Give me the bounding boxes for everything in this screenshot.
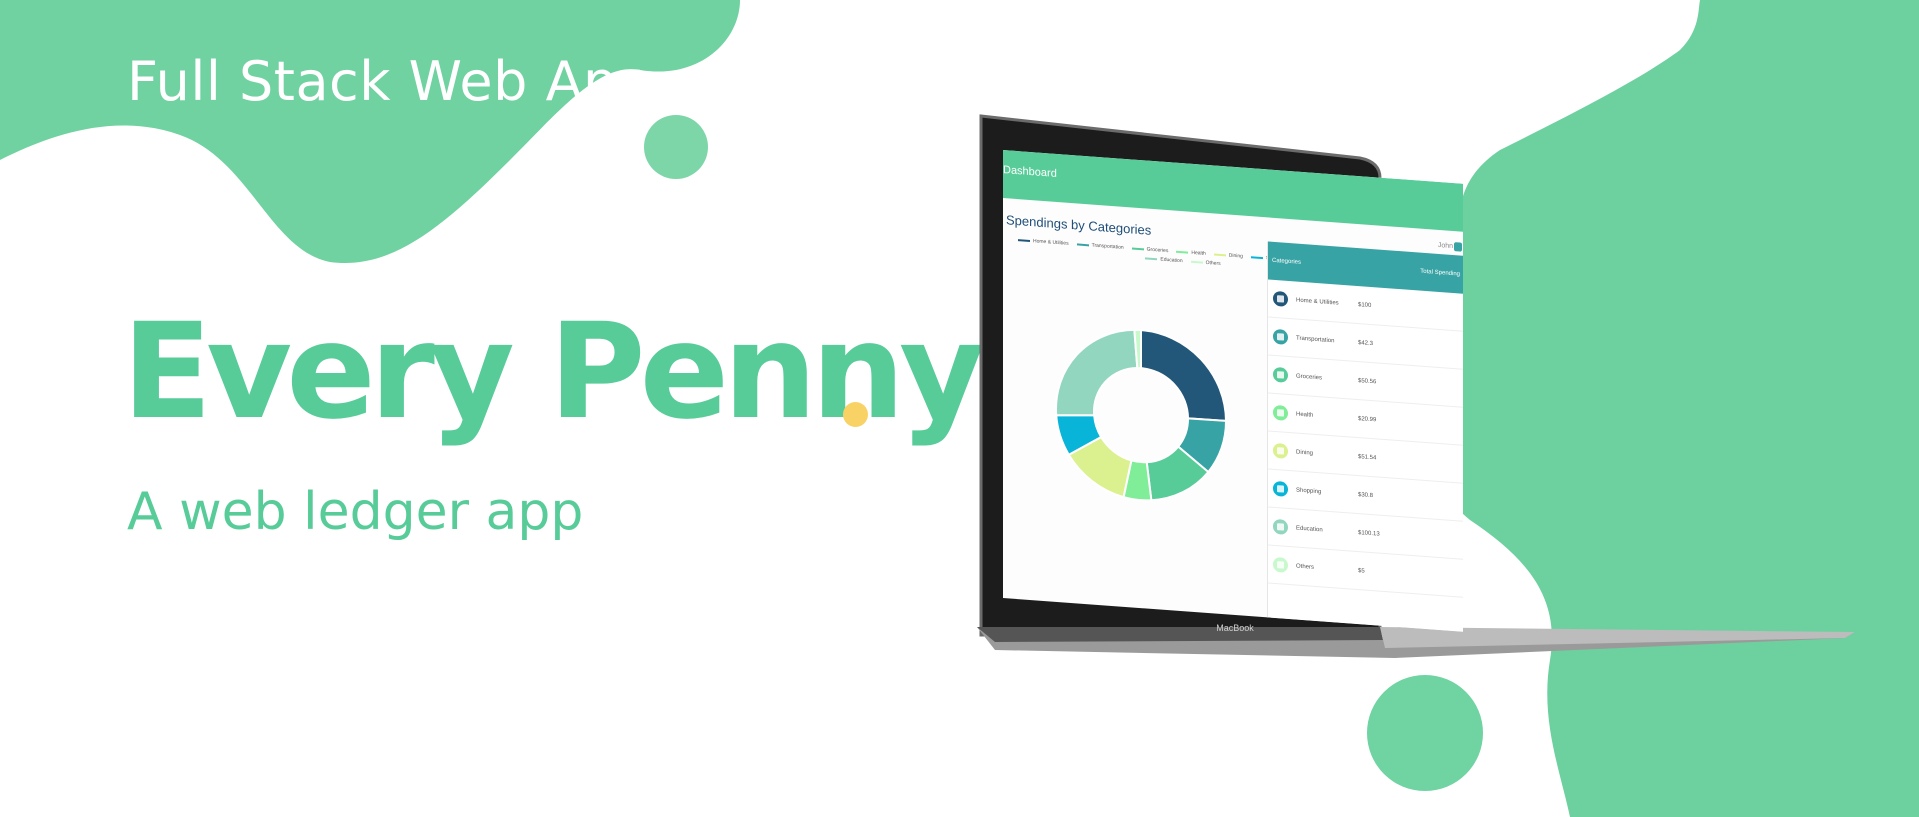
legend-swatch xyxy=(1131,247,1144,251)
app-bar-title[interactable]: Dashboard xyxy=(1003,164,1057,180)
subtitle: A web ledger app xyxy=(127,482,584,542)
legend-item[interactable]: Health xyxy=(1176,249,1206,257)
legend-swatch xyxy=(1145,257,1158,261)
chart-legend: Home & Utilities Transportation Groceries H… xyxy=(1018,237,1287,273)
row-amount: $30.8 xyxy=(1358,491,1374,499)
row-category: Transportation xyxy=(1296,335,1335,344)
legend-label: Health xyxy=(1191,249,1206,257)
legend-item[interactable]: Home & Utilities xyxy=(1018,237,1069,247)
header-categories: Categories xyxy=(1272,257,1302,266)
legend-item[interactable]: Dining xyxy=(1213,251,1243,260)
health-icon xyxy=(1273,404,1288,421)
home-icon xyxy=(1273,290,1288,307)
row-category: Shopping xyxy=(1296,487,1322,495)
laptop-label: MacBook xyxy=(1216,623,1254,633)
tagline: Full Stack Web App xyxy=(127,50,653,113)
legend-swatch xyxy=(1076,243,1089,247)
row-category: Health xyxy=(1296,411,1314,419)
legend-swatch xyxy=(1190,260,1203,264)
legend-swatch xyxy=(1176,250,1189,254)
legend-swatch xyxy=(1213,253,1226,257)
row-category: Groceries xyxy=(1296,373,1323,381)
row-amount: $50.56 xyxy=(1358,377,1377,385)
bus-icon xyxy=(1273,328,1288,345)
education-icon xyxy=(1273,518,1288,535)
row-amount: $5 xyxy=(1358,567,1365,575)
legend-item[interactable]: Others xyxy=(1190,259,1221,267)
cart-icon xyxy=(1273,366,1288,383)
donut-slice-home-utilities[interactable] xyxy=(1140,329,1228,423)
row-amount: $100.13 xyxy=(1358,529,1380,538)
legend-label: Groceries xyxy=(1146,246,1169,255)
chart-title: Spendings by Categories xyxy=(1006,212,1152,238)
legend-swatch xyxy=(1018,239,1030,242)
user-name[interactable]: John xyxy=(1438,242,1453,250)
legend-label: Education xyxy=(1160,256,1183,265)
row-category: Others xyxy=(1296,563,1315,571)
brand-dot xyxy=(843,402,868,427)
legend-item[interactable]: Education xyxy=(1145,255,1183,265)
donut-slice-education[interactable] xyxy=(1055,324,1139,421)
small-circle-top xyxy=(644,115,708,179)
row-amount: $42.3 xyxy=(1358,339,1374,347)
row-category: Dining xyxy=(1296,449,1314,457)
user-icon[interactable] xyxy=(1454,242,1462,252)
small-circle-bottom xyxy=(1367,675,1483,791)
row-amount: $20.99 xyxy=(1358,415,1377,423)
donut-chart xyxy=(1055,324,1228,502)
legend-item[interactable]: Groceries xyxy=(1131,245,1169,255)
legend-label: Dining xyxy=(1228,252,1243,260)
others-icon xyxy=(1273,556,1288,573)
row-category: Home & Utilities xyxy=(1296,297,1339,307)
row-category: Education xyxy=(1296,525,1323,533)
legend-label: Home & Utilities xyxy=(1033,238,1069,247)
legend-swatch xyxy=(1250,256,1263,260)
category-table: Categories Total Spending Home & Utiliti… xyxy=(1267,241,1463,632)
legend-label: Transportation xyxy=(1091,242,1124,251)
bag-icon xyxy=(1273,480,1288,497)
legend-label: Others xyxy=(1205,259,1221,267)
row-amount: $51.54 xyxy=(1358,453,1377,461)
app-screen: Dashboard Spendings by Categories John H… xyxy=(1003,150,1463,632)
legend-item[interactable]: Transportation xyxy=(1076,241,1124,251)
row-amount: $100 xyxy=(1358,301,1372,309)
dining-icon xyxy=(1273,442,1288,459)
header-total: Total Spending xyxy=(1420,268,1460,278)
